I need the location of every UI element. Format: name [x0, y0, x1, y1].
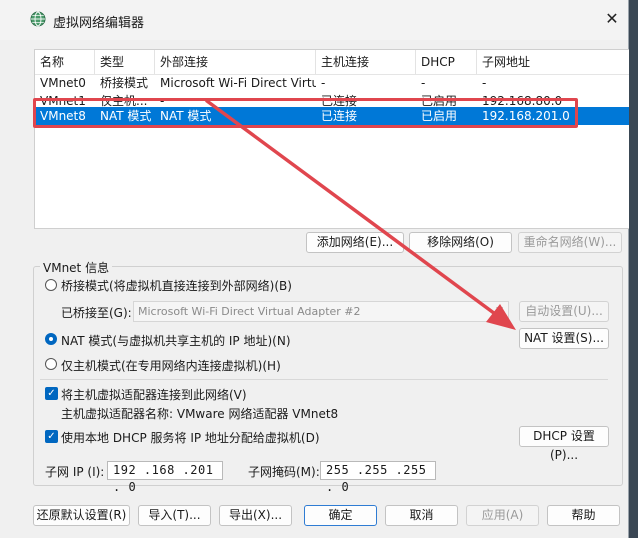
bridged-mode-radio[interactable] — [45, 279, 57, 291]
adapter-name-label: 主机虚拟适配器名称: VMware 网络适配器 VMnet8 — [61, 407, 339, 421]
cell-external: Microsoft Wi-Fi Direct Virtual... — [160, 76, 316, 90]
connect-adapter-label[interactable]: 将主机虚拟适配器连接到此网络(V) — [61, 386, 247, 403]
chevron-down-icon: ▼ — [496, 306, 503, 316]
list-header: 名称 类型 外部连接 主机连接 DHCP 子网地址 — [35, 50, 629, 74]
nat-settings-button[interactable]: NAT 设置(S)... — [519, 328, 609, 349]
host-only-mode-radio[interactable] — [45, 358, 57, 370]
subnet-ip-field[interactable]: 192 .168 .201 . 0 — [107, 461, 223, 494]
add-network-button[interactable]: 添加网络(E)... — [306, 232, 404, 253]
group-divider — [40, 379, 608, 380]
title-bar[interactable]: 虚拟网络编辑器 ✕ — [0, 0, 628, 40]
dhcp-settings-button[interactable]: DHCP 设置(P)... — [519, 426, 609, 462]
remove-network-button[interactable]: 移除网络(O) — [409, 232, 512, 253]
close-icon[interactable]: ✕ — [602, 9, 622, 29]
column-header-subnet[interactable]: 子网地址 — [477, 50, 629, 74]
subnet-ip-label: 子网 IP (I): — [45, 465, 105, 479]
cell-name: VMnet0 — [40, 76, 86, 90]
group-title: VMnet 信息 — [40, 259, 113, 276]
connect-adapter-checkbox[interactable]: ✓ — [45, 387, 58, 400]
auto-settings-button[interactable]: 自动设置(U)... — [519, 301, 609, 322]
rename-network-button[interactable]: 重命名网络(W)... — [518, 232, 622, 253]
help-button[interactable]: 帮助 — [547, 505, 620, 526]
import-button[interactable]: 导入(T)... — [138, 505, 211, 526]
nat-mode-label[interactable]: NAT 模式(与虚拟机共享主机的 IP 地址)(N) — [61, 332, 291, 349]
bridged-to-label: 已桥接至(G): — [61, 306, 132, 320]
ok-button[interactable]: 确定 — [304, 505, 377, 526]
column-header-dhcp[interactable]: DHCP — [416, 50, 477, 74]
host-only-mode-label[interactable]: 仅主机模式(在专用网络内连接虚拟机)(H) — [61, 357, 281, 374]
bridged-mode-label[interactable]: 桥接模式(将虚拟机直接连接到外部网络)(B) — [61, 277, 292, 294]
nat-mode-radio[interactable] — [45, 333, 57, 345]
subnet-mask-label: 子网掩码(M): — [248, 465, 320, 479]
vmnet-info-group — [33, 266, 623, 486]
subnet-mask-field[interactable]: 255 .255 .255 . 0 — [320, 461, 436, 494]
column-header-external[interactable]: 外部连接 — [155, 50, 316, 74]
table-row[interactable]: VMnet0 桥接模式 Microsoft Wi-Fi Direct Virtu… — [35, 74, 629, 92]
cell-subnet: - — [482, 76, 487, 90]
desktop-background — [628, 0, 638, 538]
column-header-type[interactable]: 类型 — [95, 50, 155, 74]
globe-network-icon — [30, 11, 46, 27]
dhcp-checkbox[interactable]: ✓ — [45, 430, 58, 443]
cell-dhcp: - — [421, 76, 426, 90]
virtual-network-editor-dialog: 虚拟网络编辑器 ✕ 名称 类型 外部连接 主机连接 DHCP 子网地址 VMne… — [0, 0, 629, 538]
bridged-adapter-value: Microsoft Wi-Fi Direct Virtual Adapter #… — [138, 305, 361, 318]
window-title: 虚拟网络编辑器 — [53, 16, 145, 31]
restore-defaults-button[interactable]: 还原默认设置(R) — [33, 505, 130, 526]
cancel-button[interactable]: 取消 — [385, 505, 458, 526]
dhcp-label[interactable]: 使用本地 DHCP 服务将 IP 地址分配给虚拟机(D) — [61, 429, 320, 446]
bridged-adapter-select[interactable]: Microsoft Wi-Fi Direct Virtual Adapter #… — [133, 301, 509, 322]
apply-button[interactable]: 应用(A) — [466, 505, 539, 526]
annotation-highlight-box — [33, 98, 578, 128]
network-list[interactable]: 名称 类型 外部连接 主机连接 DHCP 子网地址 VMnet0 桥接模式 Mi… — [34, 49, 629, 229]
export-button[interactable]: 导出(X)... — [219, 505, 292, 526]
cell-type: 桥接模式 — [100, 76, 149, 90]
column-header-name[interactable]: 名称 — [35, 50, 95, 74]
column-header-host[interactable]: 主机连接 — [316, 50, 416, 74]
cell-host: - — [321, 76, 326, 90]
